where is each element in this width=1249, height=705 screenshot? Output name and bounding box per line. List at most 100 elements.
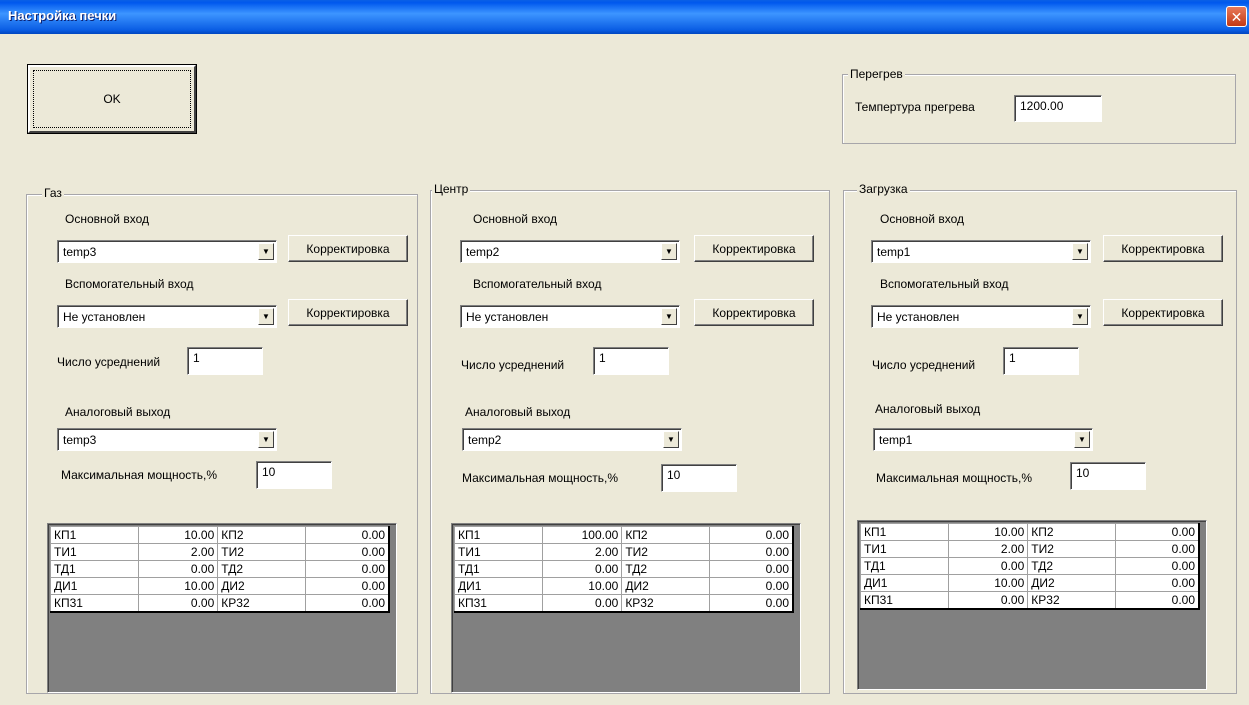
table-cell[interactable]: 0.00 xyxy=(304,526,390,544)
load-main-correction-button[interactable]: Корректировка xyxy=(1103,235,1223,262)
load-max-power-input[interactable]: 10 xyxy=(1070,462,1146,490)
table-cell[interactable]: 10.00 xyxy=(947,574,1029,592)
gas-analog-out-select[interactable]: temp3 ▼ xyxy=(57,428,277,451)
center-aux-correction-button[interactable]: Корректировка xyxy=(694,299,814,326)
table-cell[interactable]: 0.00 xyxy=(947,591,1029,609)
load-aux-correction-button[interactable]: Корректировка xyxy=(1103,299,1223,326)
table-cell[interactable]: ДИ2 xyxy=(621,577,710,595)
table-cell[interactable]: ТИ2 xyxy=(1027,540,1116,558)
table-cell[interactable]: КП2 xyxy=(217,526,306,544)
table-cell[interactable]: КП1 xyxy=(860,523,949,541)
gas-main-correction-button[interactable]: Корректировка xyxy=(288,235,408,262)
table-cell[interactable]: КП31 xyxy=(454,594,543,612)
table-cell[interactable]: 2.00 xyxy=(947,540,1029,558)
table-cell[interactable]: ТД2 xyxy=(1027,557,1116,575)
load-analog-out-select[interactable]: temp1 ▼ xyxy=(873,428,1093,451)
table-cell[interactable]: КП31 xyxy=(860,591,949,609)
table-cell[interactable]: 0.00 xyxy=(1114,523,1200,541)
table-cell[interactable]: КП2 xyxy=(1027,523,1116,541)
table-cell[interactable]: 10.00 xyxy=(947,523,1029,541)
table-cell[interactable]: КП2 xyxy=(621,526,710,544)
load-avg-input[interactable]: 1 xyxy=(1003,347,1079,375)
table-cell[interactable]: ТИ2 xyxy=(217,543,306,561)
center-main-input-select[interactable]: temp2 ▼ xyxy=(460,240,680,263)
table-cell[interactable]: 0.00 xyxy=(137,594,219,612)
table-cell[interactable]: ТД1 xyxy=(860,557,949,575)
ok-button[interactable]: OK xyxy=(27,64,197,134)
center-avg-input[interactable]: 1 xyxy=(593,347,669,375)
table-cell[interactable]: ТИ2 xyxy=(621,543,710,561)
gas-avg-input[interactable]: 1 xyxy=(187,347,263,375)
table-cell[interactable]: ТД2 xyxy=(217,560,306,578)
table-cell[interactable]: ДИ1 xyxy=(50,577,139,595)
table-cell[interactable]: 0.00 xyxy=(541,560,623,578)
close-button[interactable]: ✕ xyxy=(1226,6,1247,27)
table-cell[interactable]: 0.00 xyxy=(947,557,1029,575)
table-cell[interactable]: ТД1 xyxy=(50,560,139,578)
table-cell[interactable]: ТИ1 xyxy=(454,543,543,561)
table-cell[interactable]: ДИ2 xyxy=(1027,574,1116,592)
table-cell[interactable]: ТИ1 xyxy=(860,540,949,558)
table-cell[interactable]: 0.00 xyxy=(708,526,794,544)
center-max-power-input[interactable]: 10 xyxy=(661,464,737,492)
table-cell[interactable]: КП1 xyxy=(454,526,543,544)
table-cell[interactable]: КР32 xyxy=(1027,591,1116,609)
table-cell[interactable]: 0.00 xyxy=(304,560,390,578)
center-aux-input-label: Вспомогательный вход xyxy=(473,277,602,291)
table-cell[interactable]: 0.00 xyxy=(1114,540,1200,558)
chevron-down-icon[interactable]: ▼ xyxy=(1072,308,1088,325)
load-aux-input-select[interactable]: Не установлен ▼ xyxy=(871,305,1091,328)
table-cell[interactable]: 10.00 xyxy=(137,577,219,595)
table-cell[interactable]: КП31 xyxy=(50,594,139,612)
load-analog-out-label: Аналоговый выход xyxy=(875,402,981,416)
table-cell[interactable]: ТД2 xyxy=(621,560,710,578)
table-cell[interactable]: КР32 xyxy=(217,594,306,612)
table-cell[interactable]: 100.00 xyxy=(541,526,623,544)
chevron-down-icon[interactable]: ▼ xyxy=(258,431,274,448)
table-row: КП31 0.00 КР32 0.00 xyxy=(860,591,1200,609)
table-cell[interactable]: 0.00 xyxy=(1114,591,1200,609)
gas-aux-correction-button[interactable]: Корректировка xyxy=(288,299,408,326)
table-cell[interactable]: 0.00 xyxy=(304,594,390,612)
center-analog-out-select[interactable]: temp2 ▼ xyxy=(462,428,682,451)
chevron-down-icon[interactable]: ▼ xyxy=(1072,243,1088,260)
center-aux-input-select[interactable]: Не установлен ▼ xyxy=(460,305,680,328)
table-cell[interactable]: 0.00 xyxy=(304,577,390,595)
gas-max-power-input[interactable]: 10 xyxy=(256,461,332,489)
table-cell[interactable]: 0.00 xyxy=(541,594,623,612)
chevron-down-icon[interactable]: ▼ xyxy=(1074,431,1090,448)
table-cell[interactable]: 0.00 xyxy=(708,543,794,561)
center-main-correction-button[interactable]: Корректировка xyxy=(694,235,814,262)
table-cell[interactable]: 0.00 xyxy=(708,594,794,612)
table-cell[interactable]: 0.00 xyxy=(137,560,219,578)
chevron-down-icon[interactable]: ▼ xyxy=(258,243,274,260)
chevron-down-icon[interactable]: ▼ xyxy=(258,308,274,325)
table-cell[interactable]: КП1 xyxy=(50,526,139,544)
table-cell[interactable]: 10.00 xyxy=(541,577,623,595)
table-cell[interactable]: 0.00 xyxy=(708,560,794,578)
gas-aux-input-select[interactable]: Не установлен ▼ xyxy=(57,305,277,328)
table-cell[interactable]: 10.00 xyxy=(137,526,219,544)
chevron-down-icon[interactable]: ▼ xyxy=(661,308,677,325)
overheat-temp-input[interactable]: 1200.00 xyxy=(1014,95,1102,122)
table-cell[interactable]: ДИ2 xyxy=(217,577,306,595)
table-cell[interactable]: 0.00 xyxy=(708,577,794,595)
table-cell[interactable]: 2.00 xyxy=(541,543,623,561)
gas-group-label: Газ xyxy=(42,186,64,200)
chevron-down-icon[interactable]: ▼ xyxy=(661,243,677,260)
gas-main-input-select[interactable]: temp3 ▼ xyxy=(57,240,277,263)
table-cell[interactable]: ТИ1 xyxy=(50,543,139,561)
table-cell[interactable]: 0.00 xyxy=(304,543,390,561)
focus-rect xyxy=(33,70,191,128)
gas-avg-label: Число усреднений xyxy=(57,355,161,369)
table-cell[interactable]: ДИ1 xyxy=(454,577,543,595)
table-cell[interactable]: 0.00 xyxy=(1114,574,1200,592)
table-cell[interactable]: ТД1 xyxy=(454,560,543,578)
table-cell[interactable]: 2.00 xyxy=(137,543,219,561)
chevron-down-icon[interactable]: ▼ xyxy=(663,431,679,448)
table-cell[interactable]: 0.00 xyxy=(1114,557,1200,575)
table-cell[interactable]: ДИ1 xyxy=(860,574,949,592)
load-main-input-label: Основной вход xyxy=(880,212,964,226)
load-main-input-select[interactable]: temp1 ▼ xyxy=(871,240,1091,263)
table-cell[interactable]: КР32 xyxy=(621,594,710,612)
